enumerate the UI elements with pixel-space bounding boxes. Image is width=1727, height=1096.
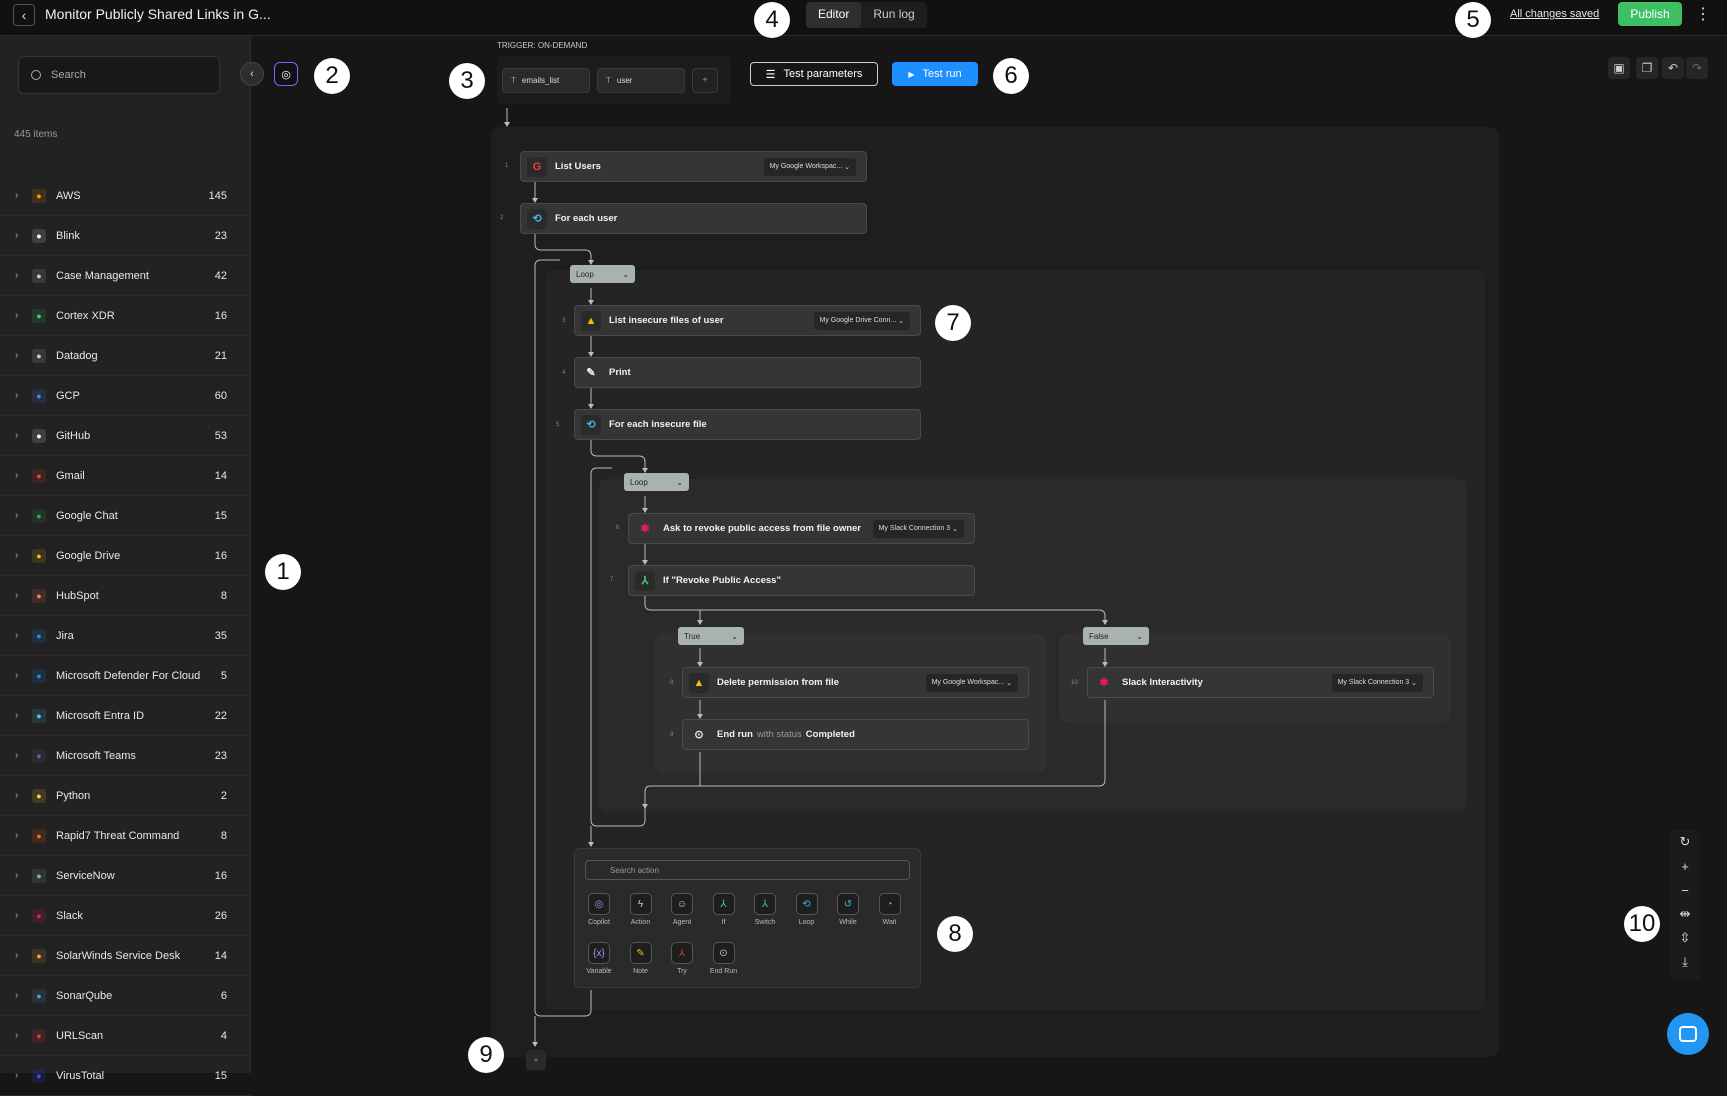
- palette-item-label: Variable: [586, 968, 612, 975]
- action-palette: Search action ◎ Copilot ϟ Action ☺ Agent ⅄ If ⅄ S…: [574, 848, 921, 988]
- fit-height-icon[interactable]: ⇳: [1670, 926, 1700, 950]
- step-number: 2: [500, 215, 504, 221]
- connection-select[interactable]: My Google Workspac... ⌄: [763, 157, 856, 176]
- palette-item-while[interactable]: ↺ While: [828, 893, 868, 926]
- node-if-revoke[interactable]: ⅄ If "Revoke Public Access": [628, 565, 975, 596]
- loop-icon: ⟲: [795, 893, 818, 915]
- callout-1: 1: [265, 554, 301, 590]
- connection-select[interactable]: My Slack Connection 3 ⌄: [872, 519, 964, 538]
- zoom-out-icon[interactable]: −: [1670, 878, 1700, 902]
- step-number: 10: [1071, 680, 1078, 686]
- step-number: 5: [556, 422, 560, 428]
- add-step-button[interactable]: +: [526, 1050, 546, 1070]
- connection-select[interactable]: My Google Drive Conn... ⌄: [813, 311, 910, 330]
- step-number: 1: [505, 163, 509, 169]
- zoom-controls: ↻ + − ⇹ ⇳ ⤓: [1670, 830, 1700, 980]
- node-slack-interactivity[interactable]: ✱ Slack Interactivity My Slack Connectio…: [1087, 667, 1434, 698]
- wait-icon: ◔: [878, 893, 901, 915]
- node-ask-to-revoke[interactable]: ✱ Ask to revoke public access from file …: [628, 513, 975, 544]
- wrench-icon: ✎: [586, 367, 596, 379]
- node-print[interactable]: ✎ Print: [574, 357, 921, 388]
- chat-support-button[interactable]: [1667, 1013, 1709, 1055]
- copilot-icon: ◎: [588, 893, 610, 915]
- node-list-insecure-files[interactable]: ▲ List insecure files of user My Google …: [574, 305, 921, 336]
- action-icon: ϟ: [629, 893, 652, 915]
- step-number: 6: [616, 525, 620, 531]
- step-number: 7: [610, 577, 614, 583]
- palette-item-label: Loop: [798, 919, 815, 926]
- palette-item-loop[interactable]: ⟲ Loop: [787, 893, 827, 926]
- zoom-in-icon[interactable]: +: [1670, 854, 1700, 878]
- stop-circle-icon: ⊙: [694, 729, 704, 741]
- loop-tag[interactable]: Loop ⌄: [570, 265, 635, 283]
- note-icon: ✎: [629, 942, 652, 964]
- callout-3: 3: [449, 63, 485, 99]
- palette-item-variable[interactable]: {x} Variable: [579, 942, 619, 975]
- palette-item-end-run[interactable]: ⊙ End Run: [704, 942, 744, 975]
- end-run-icon: ⊙: [712, 942, 735, 964]
- node-end-run[interactable]: ⊙ End run with status Completed: [682, 719, 1029, 750]
- node-delete-permission[interactable]: ▲ Delete permission from file My Google …: [682, 667, 1029, 698]
- chat-icon: [1679, 1026, 1697, 1042]
- node-for-each-insecure-file[interactable]: ⟲ For each insecure file: [574, 409, 921, 440]
- palette-item-note[interactable]: ✎ Note: [621, 942, 661, 975]
- callout-2: 2: [314, 58, 350, 94]
- step-number: 8: [670, 680, 674, 686]
- slack-icon: ✱: [640, 523, 650, 535]
- palette-item-label: Try: [677, 968, 687, 975]
- palette-item-action[interactable]: ϟ Action: [621, 893, 661, 926]
- palette-item-label: Agent: [672, 919, 692, 926]
- true-branch-tag[interactable]: True ⌄: [678, 627, 744, 645]
- variable-icon: {x}: [588, 942, 610, 964]
- node-for-each-user[interactable]: ⟲ For each user: [520, 203, 867, 234]
- palette-item-label: If: [721, 919, 726, 926]
- palette-item-copilot[interactable]: ◎ Copilot: [579, 893, 619, 926]
- callout-6: 6: [993, 58, 1029, 94]
- palette-item-label: Action: [630, 919, 651, 926]
- fit-width-icon[interactable]: ⇹: [1670, 902, 1700, 926]
- step-number: 3: [562, 318, 566, 324]
- palette-item-label: Wait: [882, 919, 897, 926]
- callout-10: 10: [1624, 906, 1660, 942]
- collapse-all-icon[interactable]: ⤓: [1670, 950, 1700, 974]
- if-icon: ⅄: [712, 893, 735, 915]
- step-number: 4: [562, 370, 566, 376]
- palette-item-label: While: [839, 919, 857, 926]
- agent-icon: ☺: [671, 893, 693, 915]
- palette-item-label: End Run: [709, 968, 738, 975]
- node-list-users[interactable]: G List Users My Google Workspac... ⌄: [520, 151, 867, 182]
- loop-tag[interactable]: Loop ⌄: [624, 473, 689, 491]
- google-icon: G: [527, 156, 547, 177]
- callout-7: 7: [935, 305, 971, 341]
- false-branch-tag[interactable]: False ⌄: [1083, 627, 1149, 645]
- palette-item-try[interactable]: ⅄ Try: [662, 942, 702, 975]
- palette-item-label: Note: [633, 968, 648, 975]
- palette-item-label: Copilot: [588, 919, 610, 926]
- google-drive-icon: ▲: [581, 310, 601, 331]
- palette-item-agent[interactable]: ☺ Agent: [662, 893, 702, 926]
- reset-view-icon[interactable]: ↻: [1670, 830, 1700, 854]
- connection-select[interactable]: My Slack Connection 3 ⌄: [1331, 673, 1423, 692]
- palette-item-wait[interactable]: ◔ Wait: [870, 893, 910, 926]
- slack-icon: ✱: [1099, 677, 1109, 689]
- branch-icon: ⅄: [635, 570, 655, 591]
- try-icon: ⅄: [671, 942, 693, 964]
- while-icon: ↺: [837, 893, 859, 915]
- callout-9: 9: [468, 1037, 504, 1073]
- callout-5: 5: [1455, 2, 1491, 38]
- search-action-input[interactable]: Search action: [585, 860, 910, 880]
- callout-8: 8: [937, 916, 973, 952]
- palette-item-switch[interactable]: ⅄ Switch: [745, 893, 785, 926]
- google-drive-icon: ▲: [689, 672, 709, 693]
- loop-icon: ⟲: [581, 414, 601, 435]
- step-number: 9: [670, 732, 674, 738]
- palette-item-if[interactable]: ⅄ If: [704, 893, 744, 926]
- connection-select[interactable]: My Google Workspac... ⌄: [925, 673, 1018, 692]
- palette-item-label: Switch: [754, 919, 776, 926]
- loop-icon: ⟲: [527, 208, 547, 229]
- callout-4: 4: [754, 2, 790, 38]
- switch-icon: ⅄: [754, 893, 776, 915]
